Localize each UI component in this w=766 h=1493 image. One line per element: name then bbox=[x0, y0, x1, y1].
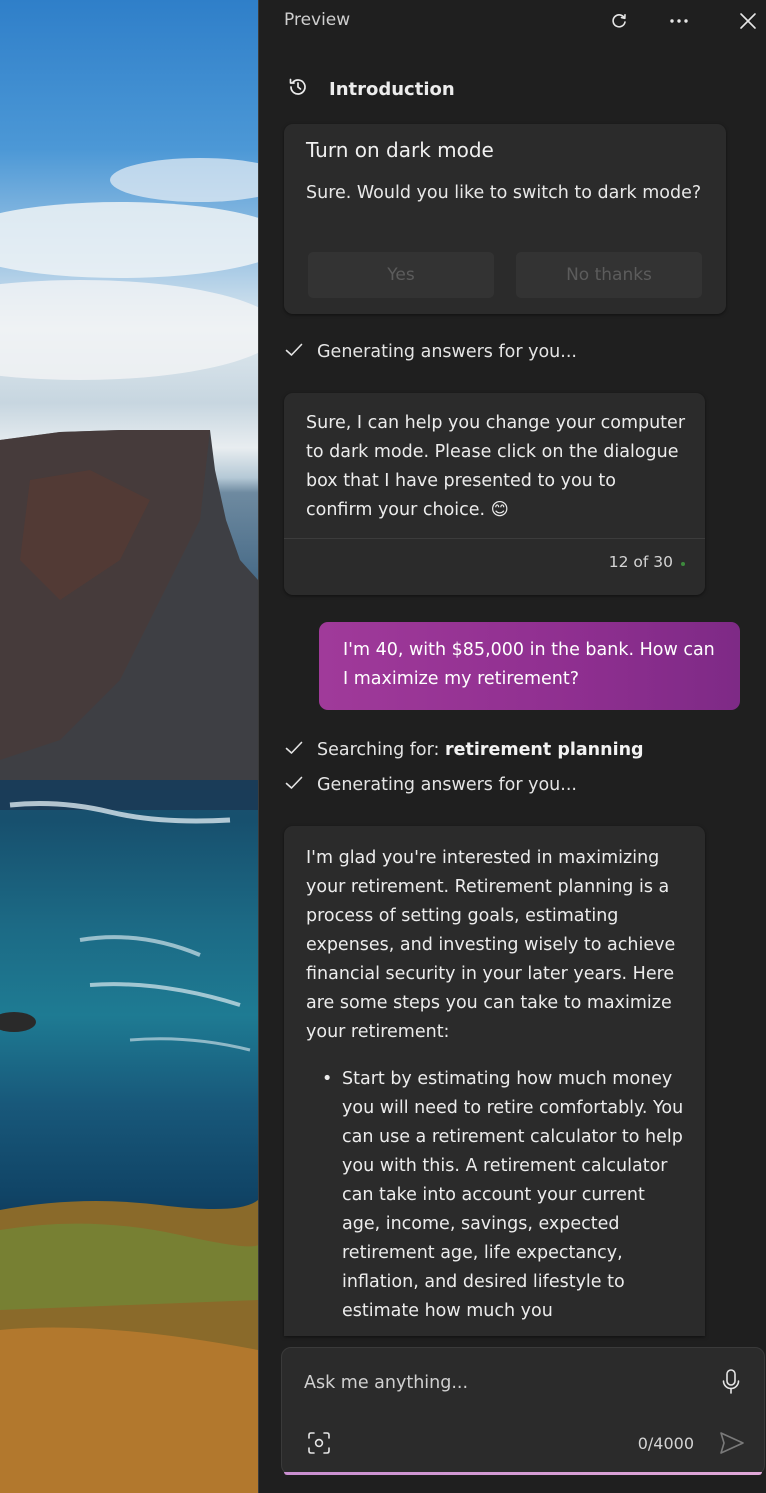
section-header: Introduction bbox=[287, 76, 455, 102]
composer-focus-underline bbox=[284, 1472, 762, 1475]
history-icon[interactable] bbox=[287, 76, 309, 102]
ask-input[interactable] bbox=[304, 1368, 704, 1398]
list-item: Start by estimating how much money you w… bbox=[306, 1065, 686, 1326]
copilot-panel: Preview Introduction Turn on dark mode S… bbox=[258, 0, 766, 1493]
status-text: Searching for: retirement planning bbox=[317, 740, 644, 760]
desktop-wallpaper bbox=[0, 0, 258, 1493]
section-label: Introduction bbox=[329, 78, 455, 100]
close-icon[interactable] bbox=[731, 6, 765, 36]
answer-content: I'm glad you're interested in maximizing… bbox=[306, 844, 686, 1326]
character-counter: 0/4000 bbox=[637, 1434, 694, 1453]
answer-card-dark-mode: Sure, I can help you change your compute… bbox=[284, 393, 705, 595]
check-icon bbox=[285, 740, 303, 760]
status-generating-1: Generating answers for you... bbox=[285, 342, 577, 362]
status-searching: Searching for: retirement planning bbox=[285, 740, 644, 760]
search-prefix: Searching for: bbox=[317, 740, 445, 760]
screen: Preview Introduction Turn on dark mode S… bbox=[0, 0, 766, 1493]
card-divider bbox=[284, 538, 705, 539]
title-bar: Preview bbox=[259, 0, 766, 42]
answer-card-retirement: I'm glad you're interested in maximizing… bbox=[284, 826, 705, 1336]
panel-title: Preview bbox=[284, 10, 351, 30]
dialog-heading: Turn on dark mode bbox=[306, 138, 494, 162]
screenshot-icon[interactable] bbox=[306, 1430, 332, 1456]
wallpaper-scenery bbox=[0, 158, 258, 1493]
status-generating-2: Generating answers for you... bbox=[285, 775, 577, 795]
search-query: retirement planning bbox=[444, 740, 644, 760]
send-icon[interactable] bbox=[718, 1430, 746, 1456]
user-message-text: I'm 40, with $85,000 in the bank. How ca… bbox=[343, 640, 715, 689]
status-dot-icon bbox=[681, 562, 685, 566]
answer-text: Sure, I can help you change your compute… bbox=[306, 413, 686, 520]
status-text: Generating answers for you... bbox=[317, 775, 577, 795]
refresh-icon[interactable] bbox=[602, 6, 636, 36]
status-text: Generating answers for you... bbox=[317, 342, 577, 362]
more-icon[interactable] bbox=[662, 6, 696, 36]
chat-composer: 0/4000 bbox=[281, 1347, 765, 1475]
answer-paragraph: I'm glad you're interested in maximizing… bbox=[306, 848, 676, 1042]
mic-icon[interactable] bbox=[720, 1368, 742, 1396]
dark-mode-dialog-card: Turn on dark mode Sure. Would you like t… bbox=[284, 124, 726, 314]
answer-bullet-list: Start by estimating how much money you w… bbox=[306, 1065, 686, 1326]
yes-button[interactable]: Yes bbox=[308, 252, 494, 298]
check-icon bbox=[285, 775, 303, 795]
no-thanks-button[interactable]: No thanks bbox=[516, 252, 702, 298]
check-icon bbox=[285, 342, 303, 362]
dialog-body: Sure. Would you like to switch to dark m… bbox=[306, 183, 702, 203]
user-message-bubble: I'm 40, with $85,000 in the bank. How ca… bbox=[319, 622, 740, 710]
response-count: 12 of 30 bbox=[608, 553, 673, 571]
